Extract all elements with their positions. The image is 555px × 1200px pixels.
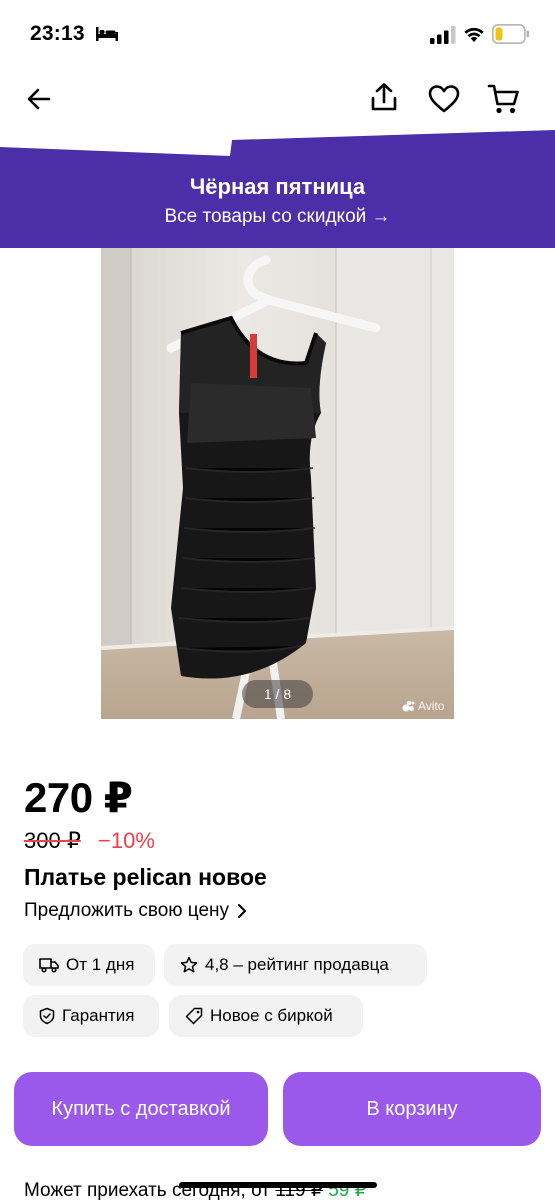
product-info: 270 ₽ 300 ₽ −10% Платье pelican новое Пр… (0, 719, 555, 1200)
tag-icon (185, 1007, 203, 1025)
add-to-cart-button[interactable]: В корзину (283, 1072, 541, 1146)
cellular-signal-icon (430, 26, 456, 44)
seller-rating-chip[interactable]: 4,8 – рейтинг продавца (164, 944, 427, 986)
condition-label: Новое с биркой (210, 1006, 333, 1025)
condition-chip[interactable]: Новое с биркой (169, 995, 363, 1037)
back-arrow-icon[interactable] (22, 82, 56, 116)
delivery-time-chip[interactable]: От 1 дня (23, 944, 155, 986)
discount-badge: −10% (98, 828, 155, 853)
photo-gallery[interactable]: 1 / 8 Avito (0, 248, 555, 719)
top-navigation (0, 70, 555, 130)
avito-watermark: Avito (402, 699, 444, 713)
buy-with-delivery-button[interactable]: Купить с доставкой (14, 1072, 268, 1146)
banner-title: Чёрная пятница (189, 174, 366, 199)
sleep-mode-icon (96, 27, 118, 41)
status-bar: 23:13 (0, 0, 555, 70)
delivery-time-label: От 1 дня (66, 955, 135, 974)
shield-check-icon (39, 1007, 55, 1025)
black-friday-banner[interactable]: Чёрная пятница Все товары со скидкой → (0, 130, 555, 248)
guarantee-label: Гарантия (62, 1006, 135, 1025)
favorite-heart-icon[interactable] (427, 82, 461, 116)
product-price: 270 ₽ (24, 774, 133, 821)
status-time: 23:13 (30, 22, 85, 45)
old-price: 300 ₽ (24, 828, 81, 853)
chevron-right-icon (238, 904, 247, 918)
star-icon (180, 956, 198, 973)
guarantee-chip[interactable]: Гарантия (23, 995, 159, 1037)
offer-price-label: Предложить свою цену (24, 900, 230, 921)
offer-price-link[interactable]: Предложить свою цену (24, 900, 247, 922)
product-title: Платье pelican новое (24, 864, 267, 890)
product-photo[interactable] (101, 248, 454, 719)
wifi-icon (464, 27, 484, 42)
truck-icon (39, 958, 59, 973)
banner-subtitle: Все товары со скидкой → (164, 206, 391, 227)
watermark-label: Avito (418, 699, 445, 713)
battery-icon (492, 24, 529, 44)
share-icon[interactable] (367, 80, 401, 114)
cart-icon[interactable] (487, 82, 521, 116)
photo-counter: 1 / 8 (242, 680, 313, 708)
home-indicator[interactable] (179, 1182, 377, 1188)
seller-rating-label: 4,8 – рейтинг продавца (205, 955, 389, 974)
avito-logo-icon (402, 700, 415, 712)
